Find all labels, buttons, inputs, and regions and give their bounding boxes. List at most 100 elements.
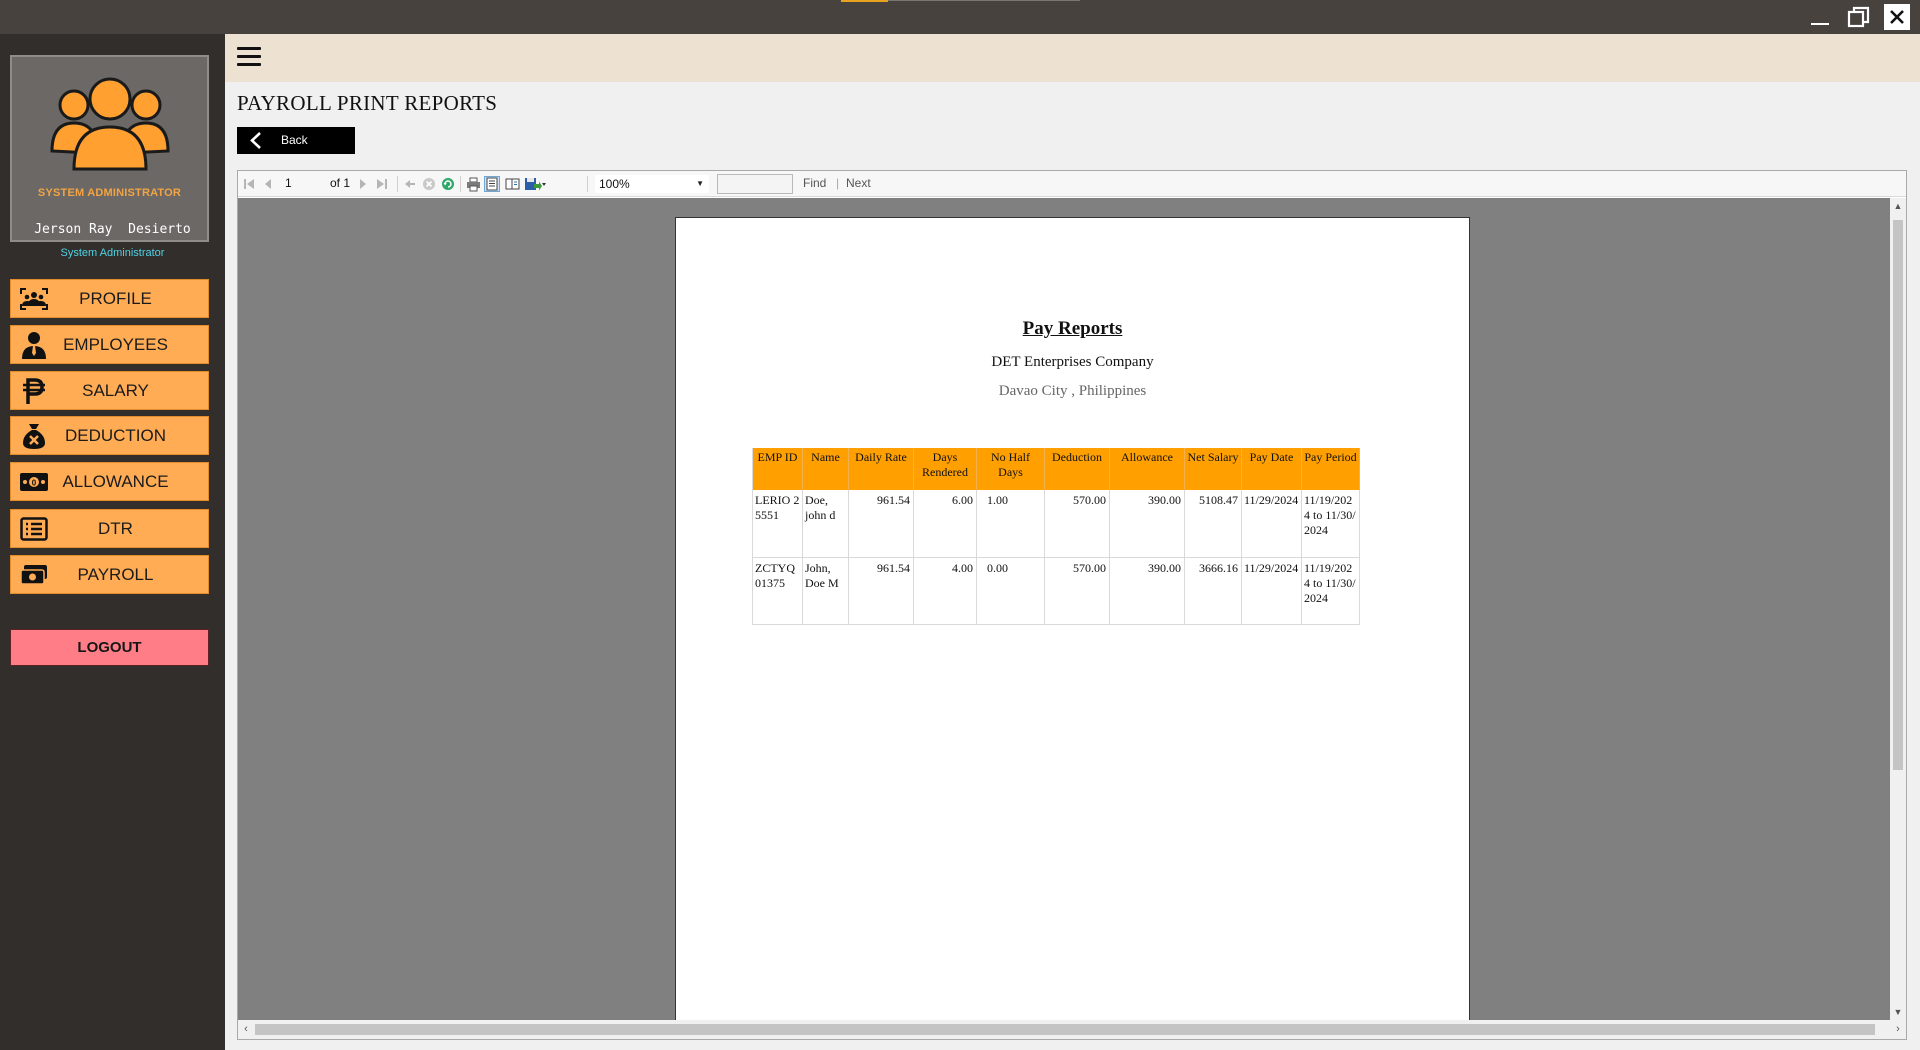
money-bag-x-icon bbox=[18, 423, 50, 449]
payroll-cash-icon bbox=[18, 562, 50, 588]
horizontal-scroll-thumb[interactable] bbox=[255, 1024, 1875, 1035]
nav-profile-button[interactable]: PROFILE bbox=[10, 279, 209, 318]
top-header bbox=[225, 34, 1920, 82]
allowance-cell: 390.00 bbox=[1109, 490, 1185, 558]
zoom-value: 100% bbox=[599, 177, 630, 191]
column-header: Pay Period bbox=[1301, 448, 1360, 490]
column-header: Net Salary bbox=[1184, 448, 1242, 490]
scroll-down-icon[interactable]: ▼ bbox=[1890, 1004, 1906, 1020]
svg-text:0: 0 bbox=[32, 479, 37, 488]
days-rendered-cell: 6.00 bbox=[913, 490, 977, 558]
last-page-icon[interactable] bbox=[374, 176, 390, 192]
report-canvas: Pay Reports DET Enterprises Company Dava… bbox=[238, 198, 1890, 1020]
report-viewer: 1 of 1 100% ▼ Find | Next Pay Reports DE… bbox=[237, 170, 1907, 1040]
find-next-link[interactable]: Next bbox=[846, 176, 871, 190]
previous-page-icon[interactable] bbox=[260, 176, 276, 192]
column-header: Allowance bbox=[1109, 448, 1185, 490]
scroll-left-icon[interactable]: ‹ bbox=[238, 1020, 254, 1039]
daily-rate-cell: 961.54 bbox=[848, 490, 914, 558]
back-to-parent-icon[interactable] bbox=[402, 176, 418, 192]
user-name: Jerson Ray Desierto bbox=[34, 222, 191, 237]
no-half-days-cell: 1.00 bbox=[976, 490, 1045, 558]
stop-icon[interactable] bbox=[421, 176, 437, 192]
print-icon[interactable] bbox=[465, 176, 481, 192]
net-salary-cell: 3666.16 bbox=[1184, 557, 1242, 625]
column-header: Daily Rate bbox=[848, 448, 914, 490]
pay-date-cell: 11/29/2024 bbox=[1241, 490, 1302, 558]
report-toolbar: 1 of 1 100% ▼ Find | Next bbox=[238, 171, 1906, 197]
report-location: Davao City , Philippines bbox=[998, 383, 1147, 399]
days-rendered-cell: 4.00 bbox=[913, 557, 977, 625]
peso-icon bbox=[18, 378, 50, 404]
vertical-scrollbar[interactable]: ▲ ▼ bbox=[1890, 198, 1906, 1020]
table-row: ZCTYQ 01375 John, Doe M 961.54 4.00 0.00… bbox=[752, 557, 1360, 625]
deduction-cell: 570.00 bbox=[1044, 490, 1110, 558]
dropdown-arrow-icon: ▼ bbox=[696, 179, 704, 188]
nav-deduction-button[interactable]: DEDUCTION bbox=[10, 416, 209, 455]
nav-payroll-label: PAYROLL bbox=[77, 565, 154, 584]
nav-payroll-button[interactable]: PAYROLL bbox=[10, 555, 209, 594]
emp-id-cell: ZCTYQ 01375 bbox=[752, 557, 803, 625]
restore-icon[interactable] bbox=[1845, 4, 1873, 30]
net-salary-cell: 5108.47 bbox=[1184, 490, 1242, 558]
title-bar-accent-line bbox=[888, 0, 1080, 1]
nav-allowance-button[interactable]: 0 ALLOWANCE bbox=[10, 462, 209, 501]
back-button[interactable]: Back bbox=[237, 127, 355, 154]
nav-employees-button[interactable]: EMPLOYEES bbox=[10, 325, 209, 364]
export-icon[interactable] bbox=[524, 176, 546, 192]
nav-salary-label: SALARY bbox=[82, 381, 149, 400]
toolbar-separator bbox=[587, 176, 588, 192]
back-button-label: Back bbox=[281, 133, 308, 147]
allowance-cell: 390.00 bbox=[1109, 557, 1185, 625]
column-header: No Half Days bbox=[976, 448, 1045, 490]
horizontal-scrollbar[interactable]: ‹ › bbox=[238, 1020, 1906, 1039]
sidebar: SYSTEM ADMINISTRATOR Jerson Ray Desierto… bbox=[0, 34, 225, 1050]
nav-dtr-label: DTR bbox=[98, 519, 133, 538]
print-layout-icon[interactable] bbox=[484, 176, 500, 192]
nav-dtr-button[interactable]: DTR bbox=[10, 509, 209, 548]
name-cell: Doe, john d bbox=[802, 490, 849, 558]
avatar-role-label: SYSTEM ADMINISTRATOR bbox=[37, 187, 182, 199]
toolbar-separator bbox=[397, 176, 398, 192]
column-header: Deduction bbox=[1044, 448, 1110, 490]
cash-icon: 0 bbox=[18, 469, 50, 495]
deduction-cell: 570.00 bbox=[1044, 557, 1110, 625]
pay-period-cell: 11/19/2024 to 11/30/2024 bbox=[1301, 490, 1360, 558]
table-header-row: EMP ID Name Daily Rate Days Rendered No … bbox=[752, 448, 1360, 490]
next-page-icon[interactable] bbox=[355, 176, 371, 192]
close-icon[interactable] bbox=[1884, 4, 1910, 30]
zoom-select[interactable]: 100% ▼ bbox=[595, 175, 709, 193]
minimize-icon[interactable] bbox=[1806, 4, 1834, 30]
first-page-icon[interactable] bbox=[241, 176, 257, 192]
table-row: LERIO 25551 Doe, john d 961.54 6.00 1.00… bbox=[752, 490, 1360, 558]
column-header: EMP ID bbox=[752, 448, 803, 490]
user-role: System Administrator bbox=[60, 247, 165, 259]
find-link[interactable]: Find bbox=[803, 176, 826, 190]
report-company: DET Enterprises Company bbox=[991, 354, 1154, 370]
hamburger-icon[interactable] bbox=[237, 46, 261, 68]
no-half-days-cell: 0.00 bbox=[976, 557, 1045, 625]
scroll-up-icon[interactable]: ▲ bbox=[1890, 198, 1906, 214]
column-header: Pay Date bbox=[1241, 448, 1302, 490]
find-separator: | bbox=[836, 176, 840, 190]
page-number-input[interactable]: 1 bbox=[285, 176, 315, 192]
logout-button[interactable]: LOGOUT bbox=[10, 629, 209, 666]
page-total-label: of 1 bbox=[330, 176, 351, 190]
pay-report-table: EMP ID Name Daily Rate Days Rendered No … bbox=[752, 448, 1360, 625]
find-text-input[interactable] bbox=[717, 174, 793, 194]
nav-allowance-label: ALLOWANCE bbox=[62, 472, 169, 491]
name-cell: John, Doe M bbox=[802, 557, 849, 625]
profile-card: SYSTEM ADMINISTRATOR bbox=[10, 55, 209, 242]
employee-icon bbox=[18, 332, 50, 359]
refresh-icon[interactable] bbox=[440, 176, 456, 192]
chevron-left-icon bbox=[250, 132, 261, 149]
scroll-right-icon[interactable]: › bbox=[1890, 1020, 1906, 1039]
page-setup-icon[interactable] bbox=[504, 176, 520, 192]
report-page: Pay Reports DET Enterprises Company Dava… bbox=[675, 217, 1470, 1020]
column-header: Days Rendered bbox=[913, 448, 977, 490]
nav-salary-button[interactable]: SALARY bbox=[10, 371, 209, 410]
nav-employees-label: EMPLOYEES bbox=[63, 335, 168, 354]
vertical-scroll-thumb[interactable] bbox=[1893, 220, 1903, 770]
toolbar-separator bbox=[460, 176, 461, 192]
column-header: Name bbox=[802, 448, 849, 490]
